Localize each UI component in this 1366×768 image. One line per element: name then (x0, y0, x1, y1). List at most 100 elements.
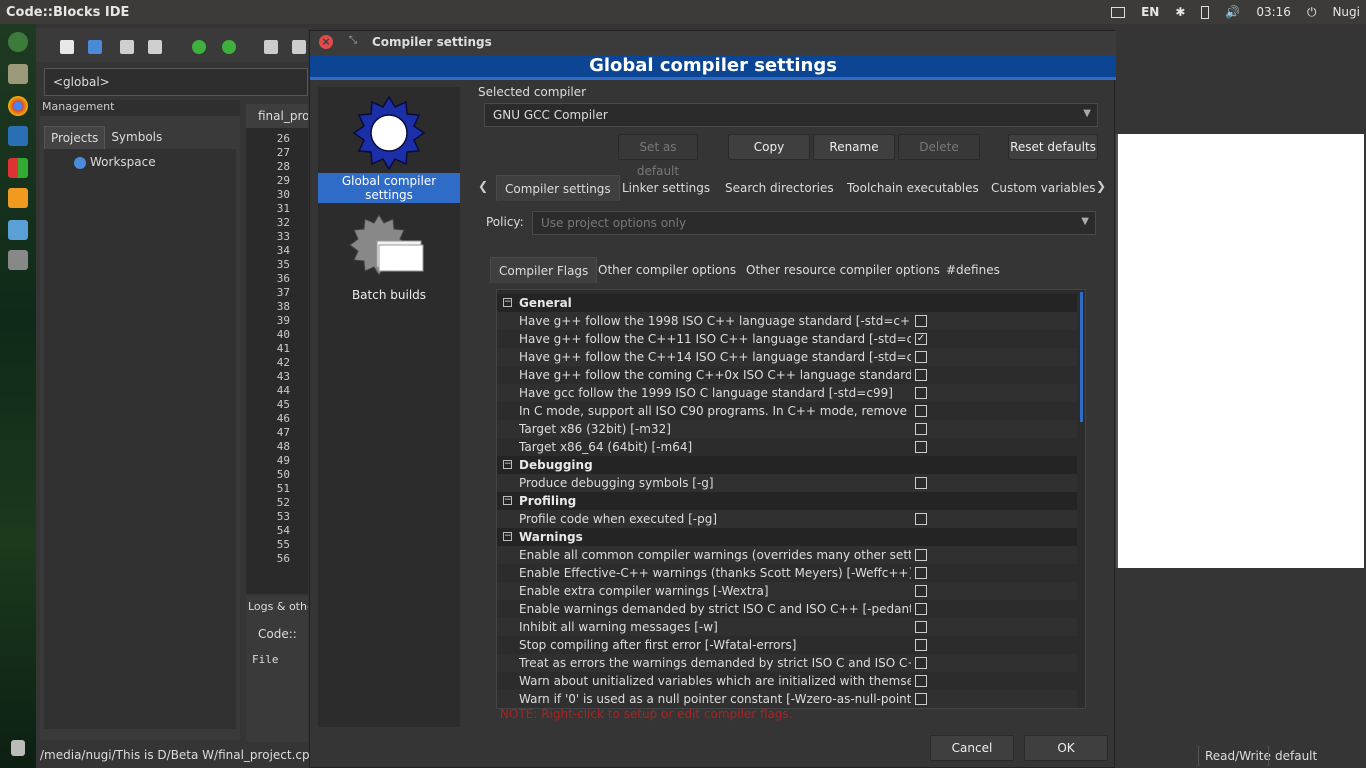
keyboard-layout[interactable]: EN (1141, 5, 1159, 19)
category-batch-builds[interactable]: Batch builds (318, 211, 460, 303)
new-file-icon[interactable] (60, 40, 74, 54)
flag-checkbox[interactable] (915, 657, 927, 669)
compiler-select[interactable]: GNU GCC Compiler ▼ (484, 103, 1098, 127)
flag-row[interactable]: Have g++ follow the coming C++0x ISO C++… (497, 366, 1077, 384)
flag-checkbox[interactable] (915, 639, 927, 651)
collapse-icon[interactable]: − (503, 460, 512, 469)
flag-checkbox[interactable] (915, 549, 927, 561)
battery-icon[interactable] (1201, 5, 1210, 19)
flag-checkbox[interactable]: ✓ (915, 333, 927, 345)
flag-checkbox[interactable] (915, 603, 927, 615)
rename-button[interactable]: Rename (813, 134, 895, 160)
undo-icon[interactable] (192, 40, 206, 54)
close-icon[interactable]: × (319, 35, 333, 49)
tab-projects[interactable]: Projects (44, 126, 106, 149)
flag-row[interactable]: Inhibit all warning messages [-w] (497, 618, 1077, 636)
tab-symbols[interactable]: Symbols (105, 126, 168, 149)
flag-checkbox[interactable] (915, 621, 927, 633)
collapse-icon[interactable]: − (503, 298, 512, 307)
save-icon[interactable] (120, 40, 134, 54)
flag-row[interactable]: Have g++ follow the C++11 ISO C++ langua… (497, 330, 1077, 348)
set-as-default-button[interactable]: Set as default (618, 134, 698, 178)
flag-row[interactable]: Have g++ follow the 1998 ISO C++ languag… (497, 312, 1077, 330)
flag-checkbox[interactable] (915, 693, 927, 705)
flag-row[interactable]: Target x86 (32bit) [-m32] (497, 420, 1077, 438)
flag-checkbox[interactable] (915, 387, 927, 399)
save-all-icon[interactable] (148, 40, 162, 54)
policy-select[interactable]: Use project options only ▼ (532, 211, 1096, 235)
flag-row[interactable]: Enable all common compiler warnings (ove… (497, 546, 1077, 564)
flag-checkbox[interactable] (915, 477, 927, 489)
flag-row[interactable]: Target x86_64 (64bit) [-m64] (497, 438, 1077, 456)
cancel-button[interactable]: Cancel (930, 735, 1014, 761)
screen-share-icon[interactable] (1111, 6, 1126, 18)
vscode-icon[interactable] (8, 126, 28, 146)
flag-row[interactable]: Have gcc follow the 1999 ISO C language … (497, 384, 1077, 402)
flag-category-profiling[interactable]: − Profiling (497, 492, 1077, 510)
clock[interactable]: 03:16 (1256, 5, 1291, 19)
flag-category-general[interactable]: − General (497, 294, 1077, 312)
flag-row[interactable]: Enable Effective-C++ warnings (thanks Sc… (497, 564, 1077, 582)
flag-checkbox[interactable] (915, 423, 927, 435)
reset-defaults-button[interactable]: Reset defaults (1008, 134, 1098, 160)
collapse-icon[interactable]: − (503, 496, 512, 505)
flag-row[interactable]: Enable warnings demanded by strict ISO C… (497, 600, 1077, 618)
power-icon[interactable]: ⏻ (1307, 5, 1317, 20)
tab-defines[interactable]: #defines (938, 257, 1008, 283)
ok-button[interactable]: OK (1024, 735, 1108, 761)
tab-toolchain-executables[interactable]: Toolchain executables (839, 175, 987, 201)
flag-checkbox[interactable] (915, 585, 927, 597)
open-file-icon[interactable] (88, 40, 102, 54)
trash-icon[interactable] (11, 740, 25, 756)
remmina-icon[interactable] (8, 220, 28, 240)
file-tab[interactable]: final_pro (246, 104, 308, 128)
codeblocks-icon[interactable] (8, 158, 28, 178)
category-global-compiler[interactable]: Global compiler settings (318, 93, 460, 203)
tab-other-compiler-options[interactable]: Other compiler options (590, 257, 744, 283)
flag-category-debugging[interactable]: − Debugging (497, 456, 1077, 474)
flag-row[interactable]: Profile code when executed [-pg] (497, 510, 1077, 528)
flag-row[interactable]: Warn about unitialized variables which a… (497, 672, 1077, 690)
flag-checkbox[interactable] (915, 513, 927, 525)
flag-row[interactable]: In C mode, support all ISO C90 programs.… (497, 402, 1077, 420)
dash-icon[interactable] (8, 32, 28, 52)
tab-scroll-right-icon[interactable]: ❯ (1096, 179, 1106, 193)
user-name[interactable]: Nugi (1332, 5, 1360, 19)
flag-checkbox[interactable] (915, 441, 927, 453)
redo-icon[interactable] (222, 40, 236, 54)
sublime-icon[interactable] (8, 188, 28, 208)
tab-compiler-settings[interactable]: Compiler settings (496, 175, 620, 201)
logs-tab[interactable]: Code:: (246, 617, 308, 651)
flag-checkbox[interactable] (915, 351, 927, 363)
tab-custom-variables[interactable]: Custom variables (983, 175, 1103, 201)
flag-checkbox[interactable] (915, 405, 927, 417)
copy-icon[interactable] (292, 40, 306, 54)
copy-button[interactable]: Copy (728, 134, 810, 160)
disk-icon[interactable] (8, 250, 28, 270)
flag-row[interactable]: Stop compiling after first error [-Wfata… (497, 636, 1077, 654)
flag-row[interactable]: Produce debugging symbols [-g] (497, 474, 1077, 492)
tab-search-directories[interactable]: Search directories (717, 175, 842, 201)
flag-checkbox[interactable] (915, 567, 927, 579)
flag-checkbox[interactable] (915, 315, 927, 327)
flag-row[interactable]: Have g++ follow the C++14 ISO C++ langua… (497, 348, 1077, 366)
chrome-icon[interactable] (8, 96, 28, 116)
workspace-node[interactable]: Workspace (90, 155, 156, 169)
collapse-icon[interactable]: − (503, 532, 512, 541)
flag-checkbox[interactable] (915, 369, 927, 381)
flag-category-warnings[interactable]: − Warnings (497, 528, 1077, 546)
flag-checkbox[interactable] (915, 675, 927, 687)
tab-scroll-left-icon[interactable]: ❮ (478, 179, 488, 193)
flag-row[interactable]: Enable extra compiler warnings [-Wextra] (497, 582, 1077, 600)
flag-row[interactable]: Warn if '0' is used as a null pointer co… (497, 690, 1077, 708)
cut-icon[interactable] (264, 40, 278, 54)
scope-selector[interactable]: <global> (44, 68, 308, 96)
tab-linker-settings[interactable]: Linker settings (614, 175, 718, 201)
tab-compiler-flags[interactable]: Compiler Flags (490, 257, 598, 283)
tab-other-resource-compiler-options[interactable]: Other resource compiler options (738, 257, 948, 283)
files-icon[interactable] (8, 64, 28, 84)
bluetooth-icon[interactable]: ✱ (1175, 5, 1185, 19)
flags-scrollbar[interactable] (1080, 292, 1083, 422)
volume-icon[interactable]: 🔊 (1225, 5, 1240, 19)
delete-button[interactable]: Delete (898, 134, 980, 160)
